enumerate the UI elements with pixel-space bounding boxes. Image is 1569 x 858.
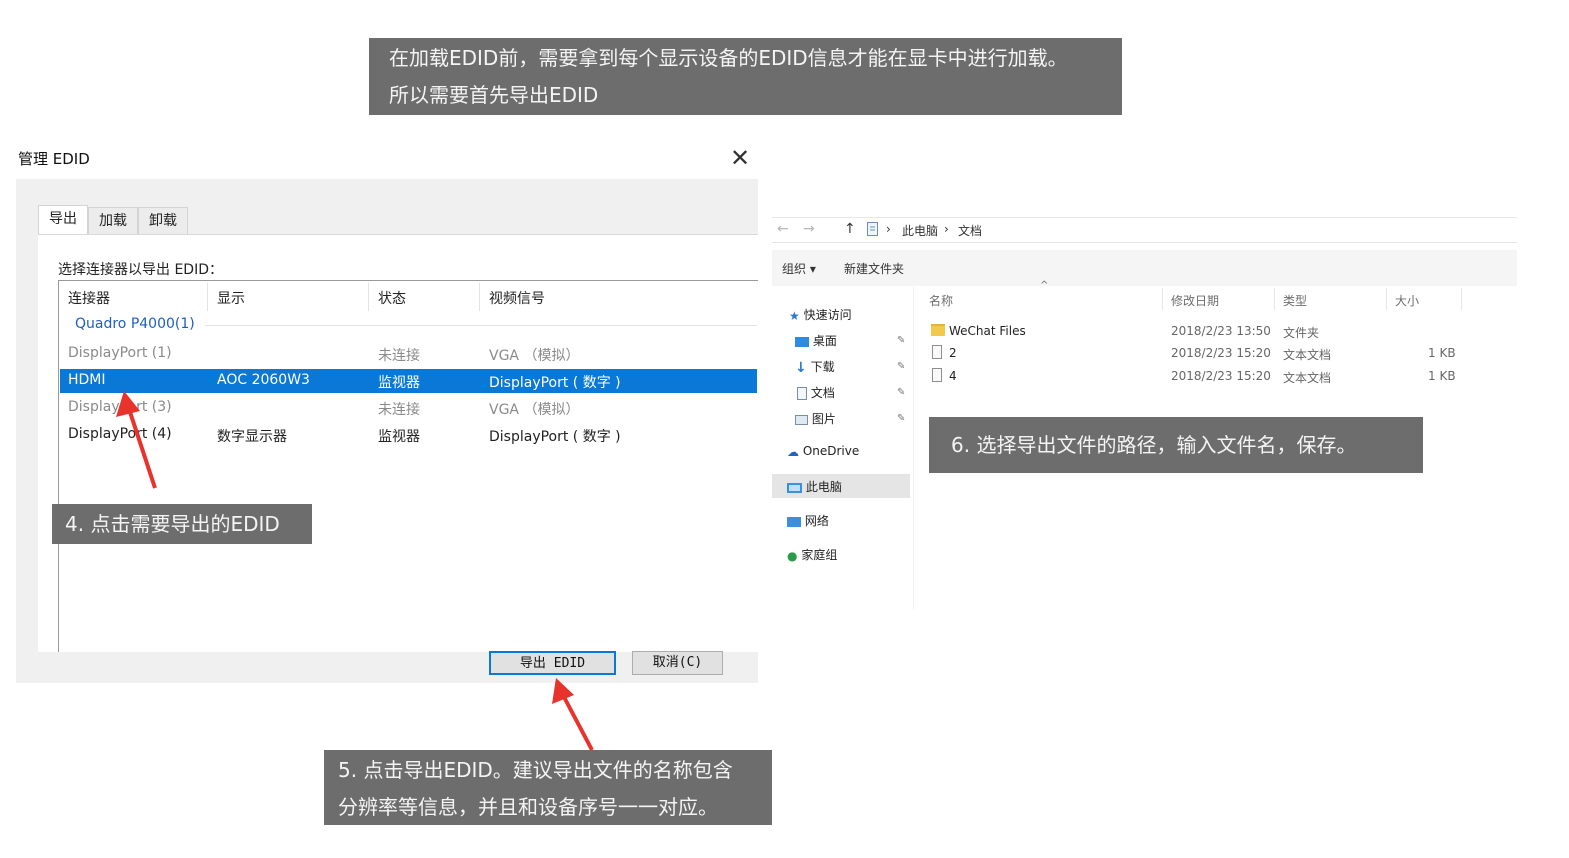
document-icon [797, 387, 807, 400]
nav-item-documents[interactable]: 文档 [797, 384, 835, 401]
nav-item-homegroup[interactable]: ● 家庭组 [787, 546, 837, 563]
breadcrumb-this-pc[interactable]: 此电脑 [902, 222, 938, 239]
column-divider [1461, 288, 1462, 310]
desktop-icon [795, 336, 809, 347]
download-icon: ↓ [795, 359, 807, 376]
text-file-icon [932, 345, 942, 359]
breadcrumb-documents[interactable]: 文档 [958, 222, 982, 239]
picture-icon [795, 414, 808, 425]
nav-label: 下载 [810, 360, 835, 374]
nav-item-onedrive[interactable]: ☁ OneDrive [787, 444, 859, 459]
nav-item-downloads[interactable]: ↓ 下载 [795, 358, 835, 376]
file-type: 文本文档 [1283, 371, 1332, 385]
network-icon [787, 516, 801, 527]
back-icon[interactable]: ← [777, 221, 789, 237]
column-header-size[interactable]: 大小 [1395, 292, 1419, 309]
file-name: WeChat Files [949, 324, 1026, 338]
nav-label: 文档 [810, 386, 835, 400]
arrow-to-hdmi-row [116, 391, 157, 489]
up-icon[interactable]: ↑ [844, 221, 856, 237]
documents-location-icon [867, 222, 878, 236]
nav-item-pictures[interactable]: 图片 [795, 410, 836, 427]
arrow-to-export-button [552, 678, 594, 751]
nav-label: 图片 [811, 412, 836, 426]
nav-label: 网络 [804, 514, 829, 528]
pin-icon[interactable]: ✎ [897, 387, 905, 398]
file-name: 2 [949, 346, 957, 360]
new-folder-button[interactable]: 新建文件夹 [844, 260, 904, 277]
file-type: 文件夹 [1283, 326, 1320, 340]
homegroup-icon: ● [787, 548, 798, 563]
computer-icon [787, 482, 802, 493]
text-file-icon [932, 368, 942, 382]
file-type: 文本文档 [1283, 348, 1332, 362]
pin-icon[interactable]: ✎ [897, 361, 905, 372]
file-date: 2018/2/23 15:20 [1171, 346, 1271, 360]
file-size: 1 KB [1428, 369, 1456, 383]
file-date: 2018/2/23 13:50 [1171, 324, 1271, 338]
nav-label: 桌面 [812, 334, 837, 348]
nav-item-network[interactable]: 网络 [787, 512, 829, 529]
column-divider [1386, 288, 1387, 310]
star-icon: ★ [789, 308, 800, 323]
nav-label: 此电脑 [805, 480, 842, 494]
folder-icon [931, 324, 945, 336]
nav-item-quick-access[interactable]: ★ 快速访问 [789, 306, 852, 323]
nav-label: OneDrive [802, 444, 860, 458]
nav-label: 家庭组 [801, 548, 838, 562]
organize-menu[interactable]: 组织 ▾ [782, 260, 816, 277]
file-size: 1 KB [1428, 346, 1456, 360]
nav-item-desktop[interactable]: 桌面 [795, 332, 837, 349]
file-name: 4 [949, 369, 957, 383]
column-header-date[interactable]: 修改日期 [1171, 292, 1219, 309]
nav-label: 快速访问 [803, 308, 852, 322]
file-date: 2018/2/23 15:20 [1171, 369, 1271, 383]
column-header-type[interactable]: 类型 [1283, 292, 1307, 309]
column-divider [1162, 288, 1163, 310]
address-bar[interactable] [772, 217, 1517, 243]
column-divider [1274, 288, 1275, 310]
pin-icon[interactable]: ✎ [897, 335, 905, 346]
breadcrumb-separator: › [886, 222, 891, 236]
column-header-name[interactable]: 名称 [929, 292, 953, 309]
forward-icon[interactable]: → [803, 221, 815, 237]
cloud-icon: ☁ [787, 444, 799, 459]
breadcrumb-separator: › [944, 222, 949, 236]
sort-up-icon: ^ [1040, 280, 1049, 291]
pin-icon[interactable]: ✎ [897, 413, 905, 424]
step6-callout: 6. 选择导出文件的路径，输入文件名，保存。 [929, 417, 1423, 473]
nav-item-this-pc[interactable]: 此电脑 [787, 478, 842, 495]
